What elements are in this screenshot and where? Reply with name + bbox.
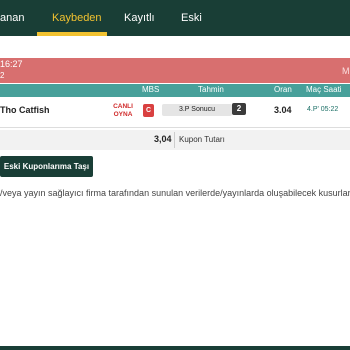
coupon-time: 16:27 (0, 59, 23, 69)
match-time: 4.P' 05:22 (307, 106, 339, 113)
coupon-strip-right-text: M (342, 66, 350, 76)
coupon-summary: 3,04 Kupon Tutarı (0, 130, 350, 150)
top-navigation: anan Kaybeden Kayıtlı Eski (0, 0, 350, 36)
tab-eski[interactable]: Eski (181, 0, 202, 36)
column-header-row: MBS Tahmin Oran Maç Saati (0, 84, 350, 97)
coupon-total-label: Kupon Tutarı (179, 135, 225, 144)
bottom-bar (0, 346, 350, 350)
tab-kayitli[interactable]: Kayıtlı (124, 0, 155, 36)
row-divider (0, 127, 350, 128)
header-oran: Oran (274, 85, 292, 94)
tab-kazanan[interactable]: anan (0, 0, 24, 36)
coupon-subinfo: 2 (0, 71, 5, 80)
live-badge[interactable]: CANLI OYNA (112, 103, 134, 119)
coupon-total-value: 3,04 (154, 134, 172, 144)
summary-divider (174, 132, 175, 148)
bet-row[interactable]: Tho Catfish CANLI OYNA C 3.P Sonucu 2 3.… (0, 97, 350, 127)
prediction-label: 3.P Sonucu (162, 104, 232, 116)
prediction-pick: 2 (232, 103, 246, 115)
header-mac-saati: Maç Saati (306, 85, 342, 94)
move-to-old-coupons-button[interactable]: Eski Kuponlarıma Taşı (0, 156, 93, 177)
header-mbs: MBS (142, 85, 160, 94)
odds-value: 3.04 (274, 105, 292, 115)
header-tahmin: Tahmin (198, 85, 224, 94)
disclaimer-text: /veya yayın sağlayıcı firma tarafından s… (0, 188, 350, 198)
coupon-status-strip: 16:27 2 M (0, 58, 350, 83)
team-name: Tho Catfish (0, 105, 50, 115)
mbs-badge: C (143, 104, 154, 117)
active-tab-indicator (37, 32, 107, 36)
tab-kaybeden[interactable]: Kaybeden (52, 0, 102, 36)
